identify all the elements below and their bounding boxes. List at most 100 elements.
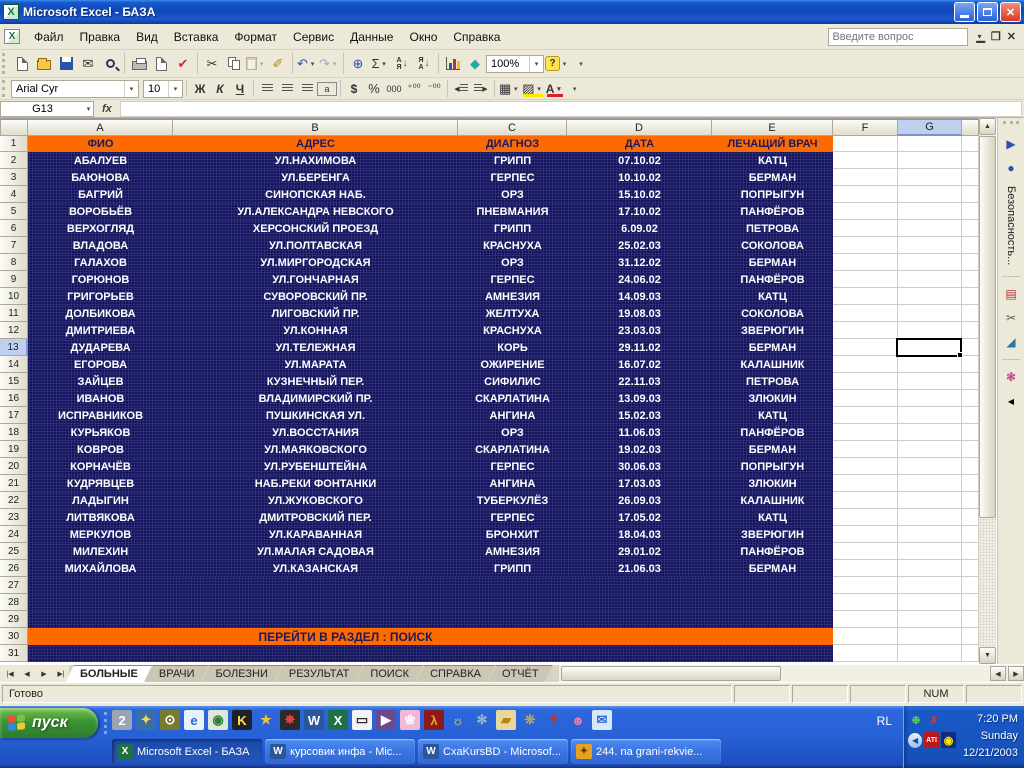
cell-G22[interactable] [898, 492, 962, 509]
spelling-button[interactable]: ✔ [172, 53, 194, 75]
merge-center-button[interactable]: a [317, 81, 337, 96]
column-header-G[interactable]: G [898, 118, 962, 136]
cell-D13[interactable]: 29.11.02 [567, 339, 712, 356]
scroll-up-icon[interactable]: ▲ [979, 118, 996, 135]
cell-A18[interactable]: КУРЬЯКОВ [28, 424, 173, 441]
chevron-down-icon[interactable]: ▾ [124, 80, 138, 97]
cell-B26[interactable]: УЛ.КАЗАНСКАЯ [173, 560, 458, 577]
cell-B4[interactable]: СИНОПСКАЯ НАБ. [173, 186, 458, 203]
cell-partial-9[interactable] [962, 271, 979, 288]
row-header-24[interactable]: 24 [0, 526, 28, 543]
collapse-arrow-icon[interactable]: ◀ [1008, 389, 1014, 413]
insert-hyperlink-button[interactable]: ⊕ [347, 53, 369, 75]
vertical-scroll-track[interactable] [979, 518, 996, 646]
cell-E21[interactable]: ЗЛЮКИН [712, 475, 833, 492]
cell-E3[interactable]: БЕРМАН [712, 169, 833, 186]
cell-C25[interactable]: АМНЕЗИЯ [458, 543, 567, 560]
cell-F28[interactable] [833, 594, 898, 611]
cell-F6[interactable] [833, 220, 898, 237]
column-header-partial[interactable] [962, 118, 979, 136]
bold-button[interactable]: Ж [190, 79, 210, 98]
cell-partial-21[interactable] [962, 475, 979, 492]
email-button[interactable]: ✉ [77, 53, 99, 75]
cell-F31[interactable] [833, 645, 898, 662]
halflife-icon[interactable]: λ [424, 710, 444, 730]
cell-A1[interactable]: ФИО [28, 136, 173, 152]
row-header-28[interactable]: 28 [0, 594, 28, 611]
cell-D17[interactable]: 15.02.03 [567, 407, 712, 424]
cell-E23[interactable]: КАТЦ [712, 509, 833, 526]
cell-B11[interactable]: ЛИГОВСКИЙ ПР. [173, 305, 458, 322]
percent-button[interactable]: % [364, 79, 384, 98]
cell-partial-16[interactable] [962, 390, 979, 407]
movie-icon[interactable]: ▶ [376, 710, 396, 730]
paste-button[interactable]: ▾ [245, 53, 267, 75]
tab-ПОИСК[interactable]: ПОИСК [356, 665, 423, 682]
cell-partial-18[interactable] [962, 424, 979, 441]
row-header-15[interactable]: 15 [0, 373, 28, 390]
cell-partial-4[interactable] [962, 186, 979, 203]
cell-partial-31[interactable] [962, 645, 979, 662]
cell-C24[interactable]: БРОНХИТ [458, 526, 567, 543]
cell-F27[interactable] [833, 577, 898, 594]
cell-F25[interactable] [833, 543, 898, 560]
row-header-10[interactable]: 10 [0, 288, 28, 305]
cell-G7[interactable] [898, 237, 962, 254]
cell-G12[interactable] [898, 322, 962, 339]
word-icon[interactable]: W [304, 710, 324, 730]
blocked-icon[interactable]: ✗ [926, 712, 942, 728]
cell-B21[interactable]: НАБ.РЕКИ ФОНТАНКИ [173, 475, 458, 492]
cell-D8[interactable]: 31.12.02 [567, 254, 712, 271]
cell-E17[interactable]: КАТЦ [712, 407, 833, 424]
cell-A9[interactable]: ГОРЮНОВ [28, 271, 173, 288]
cell-C16[interactable]: СКАРЛАТИНА [458, 390, 567, 407]
row-header-18[interactable]: 18 [0, 424, 28, 441]
cell-partial-19[interactable] [962, 441, 979, 458]
help-button[interactable]: ? ▾ [544, 53, 570, 75]
cell-B13[interactable]: УЛ.ТЕЛЕЖНАЯ [173, 339, 458, 356]
menu-Справка[interactable]: Справка [445, 27, 508, 47]
cell-C15[interactable]: СИФИЛИС [458, 373, 567, 390]
cell-E26[interactable]: БЕРМАН [712, 560, 833, 577]
cell-D5[interactable]: 17.10.02 [567, 203, 712, 220]
cell-E1[interactable]: ЛЕЧАЩИЙ ВРАЧ [712, 136, 833, 152]
cell-A12[interactable]: ДМИТРИЕВА [28, 322, 173, 339]
cell-E11[interactable]: СОКОЛОВА [712, 305, 833, 322]
reget-icon[interactable]: ◉ [208, 710, 228, 730]
cell-E24[interactable]: ЗВЕРЮГИН [712, 526, 833, 543]
underline-button[interactable]: Ч [230, 79, 250, 98]
horizontal-scroll-thumb[interactable] [560, 666, 781, 681]
winamp-icon[interactable]: ✦ [136, 710, 156, 730]
cell-A22[interactable]: ЛАДЫГИН [28, 492, 173, 509]
cell-D15[interactable]: 22.11.03 [567, 373, 712, 390]
cell-C4[interactable]: ОРЗ [458, 186, 567, 203]
cell-C14[interactable]: ОЖИРЕНИЕ [458, 356, 567, 373]
cell-A28[interactable] [28, 594, 833, 611]
storm-icon[interactable]: ✻ [472, 710, 492, 730]
cell-A2[interactable]: АБАЛУЕВ [28, 152, 173, 169]
row-header-27[interactable]: 27 [0, 577, 28, 594]
taskbar-button[interactable]: ✦ 244. na grani-rekvie... [571, 739, 721, 764]
cell-G18[interactable] [898, 424, 962, 441]
clock-app-icon[interactable]: ⊙ [160, 710, 180, 730]
menu-Сервис[interactable]: Сервис [285, 27, 342, 47]
cell-A25[interactable]: МИЛЕХИН [28, 543, 173, 560]
cell-G1[interactable] [898, 136, 962, 152]
scroll-left-icon[interactable]: ◀ [990, 666, 1006, 681]
cell-partial-1[interactable] [962, 136, 979, 152]
save-button[interactable] [55, 53, 77, 75]
cell-A5[interactable]: ВОРОБЬЁВ [28, 203, 173, 220]
cell-F12[interactable] [833, 322, 898, 339]
toolbar-options-icon[interactable]: ▾ [565, 79, 585, 98]
cell-F20[interactable] [833, 458, 898, 475]
cell-B5[interactable]: УЛ.АЛЕКСАНДРА НЕВСКОГО [173, 203, 458, 220]
font-color-button[interactable]: А ▾ [545, 79, 565, 98]
ie-icon[interactable]: e [184, 710, 204, 730]
zoom-combo[interactable]: 100% ▾ [486, 54, 544, 73]
agent-icon[interactable]: ❉ [908, 712, 924, 728]
cell-A24[interactable]: МЕРКУЛОВ [28, 526, 173, 543]
drawing-button[interactable]: ◆ [464, 53, 486, 75]
cell-B19[interactable]: УЛ.МАЯКОВСКОГО [173, 441, 458, 458]
selected-cell-G13[interactable] [896, 338, 963, 358]
cell-partial-23[interactable] [962, 509, 979, 526]
